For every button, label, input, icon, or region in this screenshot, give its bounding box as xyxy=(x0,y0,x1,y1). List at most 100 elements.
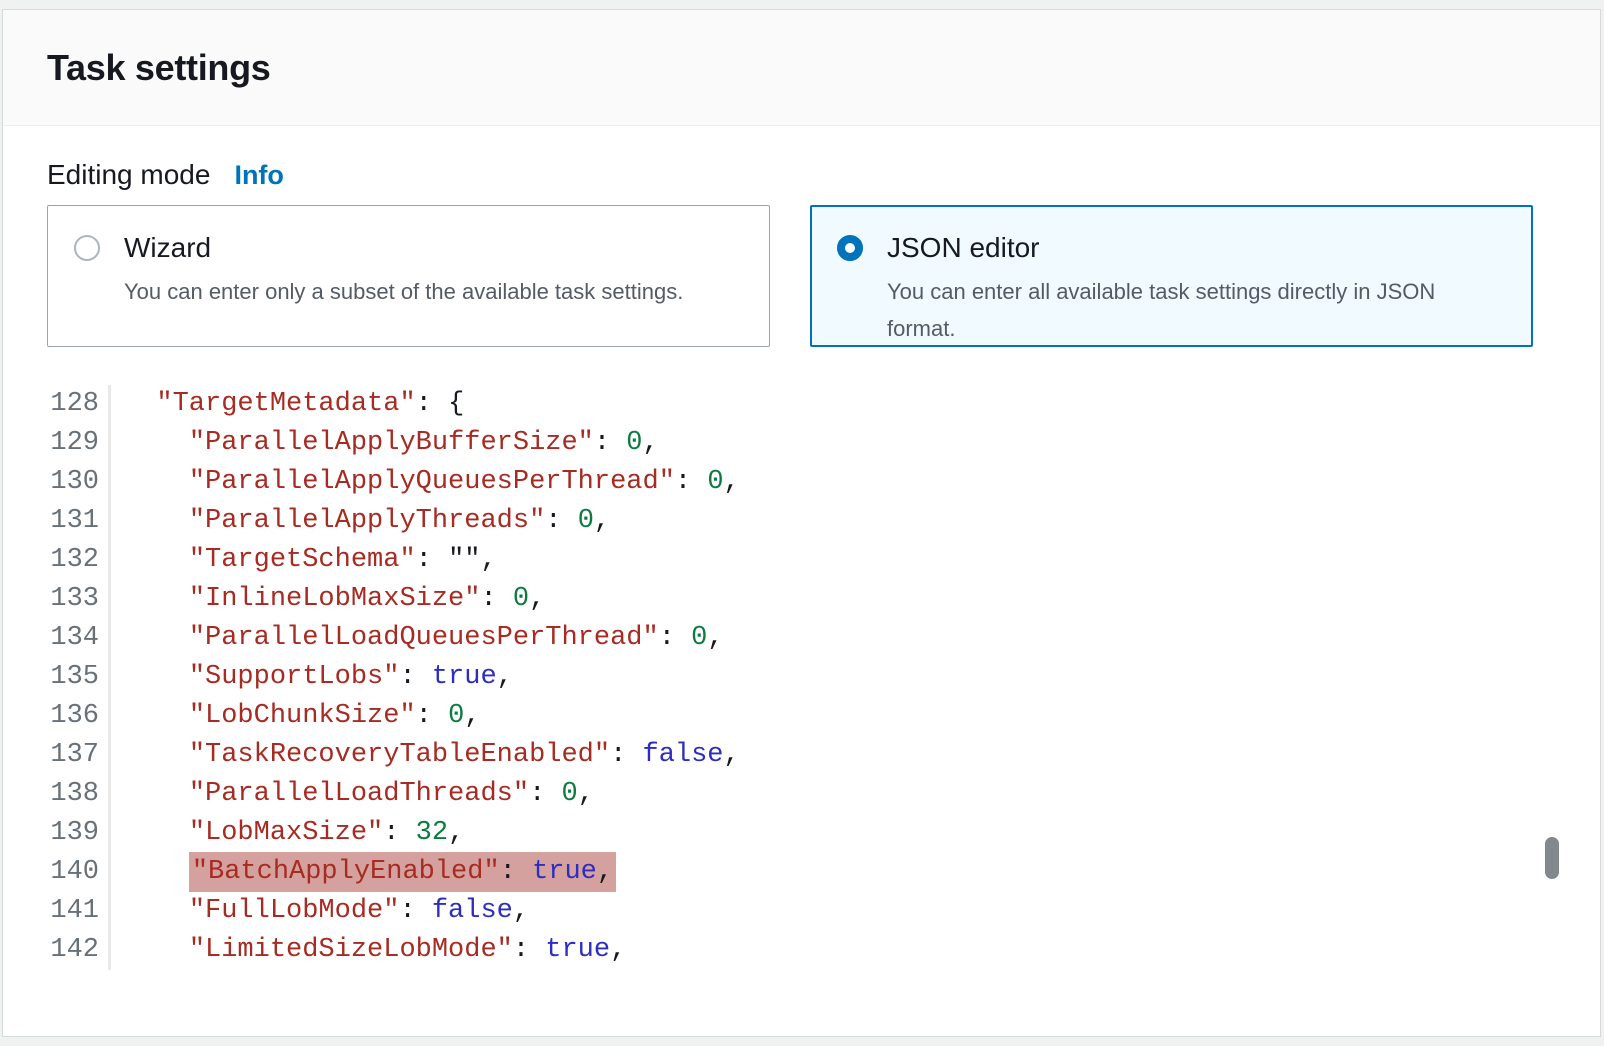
line-number: 136 xyxy=(47,697,111,736)
code-token: "InlineLobMaxSize" xyxy=(189,584,481,614)
code-token: "LobChunkSize" xyxy=(189,701,416,731)
code-line[interactable]: 142 "LimitedSizeLobMode": true, xyxy=(47,931,1556,970)
code-line[interactable]: 133 "InlineLobMaxSize": 0, xyxy=(47,580,1556,619)
code-token xyxy=(124,506,189,536)
code-token: , xyxy=(724,467,740,497)
code-lines: 128 "TargetMetadata": {129 "ParallelAppl… xyxy=(47,385,1556,970)
tile-json-editor[interactable]: JSON editor You can enter all available … xyxy=(810,205,1533,347)
code-line[interactable]: 134 "ParallelLoadQueuesPerThread": 0, xyxy=(47,619,1556,658)
code-line[interactable]: 135 "SupportLobs": true, xyxy=(47,658,1556,697)
info-link[interactable]: Info xyxy=(234,160,283,191)
code-token: : xyxy=(594,428,626,458)
code-token xyxy=(124,740,189,770)
code-token xyxy=(124,779,189,809)
line-number: 131 xyxy=(47,502,111,541)
tile-json-editor-title: JSON editor xyxy=(887,232,1508,264)
code-line[interactable]: 140 "BatchApplyEnabled": true, xyxy=(47,853,1556,892)
code-token: "TargetMetadata" xyxy=(156,389,415,419)
radio-wizard[interactable] xyxy=(74,235,100,261)
code-token: true xyxy=(432,662,497,692)
code-line[interactable]: 130 "ParallelApplyQueuesPerThread": 0, xyxy=(47,463,1556,502)
code-token: : xyxy=(399,896,431,926)
code-token: { xyxy=(448,389,464,419)
code-token: "FullLobMode" xyxy=(189,896,400,926)
line-number: 129 xyxy=(47,424,111,463)
code-token: "ParallelApplyQueuesPerThread" xyxy=(189,467,675,497)
code-token: , xyxy=(594,506,610,536)
code-token: : xyxy=(399,662,431,692)
code-token: "ParallelApplyBufferSize" xyxy=(189,428,594,458)
code-token: , xyxy=(480,545,496,575)
code-line[interactable]: 128 "TargetMetadata": { xyxy=(47,385,1556,424)
code-token: , xyxy=(464,701,480,731)
code-token: : xyxy=(416,701,448,731)
tile-wizard[interactable]: Wizard You can enter only a subset of th… xyxy=(47,205,770,347)
code-token: true xyxy=(545,935,610,965)
code-token: "TargetSchema" xyxy=(189,545,416,575)
code-token: : xyxy=(529,779,561,809)
code-token xyxy=(124,467,189,497)
code-token: , xyxy=(724,740,740,770)
code-token: , xyxy=(610,935,626,965)
code-token: "LobMaxSize" xyxy=(189,818,383,848)
code-token: "TaskRecoveryTableEnabled" xyxy=(189,740,610,770)
code-line[interactable]: 131 "ParallelApplyThreads": 0, xyxy=(47,502,1556,541)
code-token: 0 xyxy=(513,584,529,614)
code-token xyxy=(124,896,189,926)
code-token: "LimitedSizeLobMode" xyxy=(189,935,513,965)
code-line[interactable]: 137 "TaskRecoveryTableEnabled": false, xyxy=(47,736,1556,775)
line-number: 128 xyxy=(47,385,111,424)
code-token: , xyxy=(448,818,464,848)
code-token: false xyxy=(643,740,724,770)
editing-mode-tiles: Wizard You can enter only a subset of th… xyxy=(47,205,1556,347)
code-token: true xyxy=(532,857,597,887)
code-token: , xyxy=(643,428,659,458)
code-token: : xyxy=(416,545,448,575)
code-token: : xyxy=(610,740,642,770)
code-token: : xyxy=(416,389,448,419)
tile-wizard-text: Wizard You can enter only a subset of th… xyxy=(124,232,745,346)
code-line[interactable]: 141 "FullLobMode": false, xyxy=(47,892,1556,931)
line-number: 142 xyxy=(47,931,111,970)
code-token: "BatchApplyEnabled" xyxy=(192,857,500,887)
line-number: 133 xyxy=(47,580,111,619)
code-token xyxy=(124,662,189,692)
line-number: 135 xyxy=(47,658,111,697)
editing-mode-label-row: Editing mode Info xyxy=(47,159,1556,191)
line-number: 130 xyxy=(47,463,111,502)
code-token: , xyxy=(597,857,613,887)
line-number: 141 xyxy=(47,892,111,931)
code-token: , xyxy=(513,896,529,926)
radio-json-editor[interactable] xyxy=(837,235,863,261)
code-line[interactable]: 132 "TargetSchema": "", xyxy=(47,541,1556,580)
editor-scrollbar-thumb[interactable] xyxy=(1545,837,1559,879)
code-token: : xyxy=(383,818,415,848)
code-token: 0 xyxy=(691,623,707,653)
tile-json-editor-text: JSON editor You can enter all available … xyxy=(887,232,1508,345)
tile-json-editor-description: You can enter all available task setting… xyxy=(887,273,1508,347)
code-line[interactable]: 136 "LobChunkSize": 0, xyxy=(47,697,1556,736)
code-token: "SupportLobs" xyxy=(189,662,400,692)
code-token xyxy=(124,701,189,731)
code-token: 32 xyxy=(416,818,448,848)
code-token: : xyxy=(675,467,707,497)
code-token: 0 xyxy=(707,467,723,497)
tile-wizard-description: You can enter only a subset of the avail… xyxy=(124,273,745,310)
code-token: , xyxy=(707,623,723,653)
panel-header: Task settings xyxy=(3,10,1600,126)
code-token: : xyxy=(659,623,691,653)
tile-wizard-title: Wizard xyxy=(124,232,745,264)
panel-body: Editing mode Info Wizard You can enter o… xyxy=(3,126,1600,970)
json-code-editor[interactable]: 128 "TargetMetadata": {129 "ParallelAppl… xyxy=(47,385,1556,970)
code-token: "ParallelLoadQueuesPerThread" xyxy=(189,623,659,653)
code-line[interactable]: 138 "ParallelLoadThreads": 0, xyxy=(47,775,1556,814)
code-token: , xyxy=(497,662,513,692)
code-token: "" xyxy=(448,545,480,575)
code-line[interactable]: 139 "LobMaxSize": 32, xyxy=(47,814,1556,853)
code-token xyxy=(124,623,189,653)
code-token: , xyxy=(578,779,594,809)
code-token xyxy=(124,857,189,887)
code-token xyxy=(124,428,189,458)
code-line[interactable]: 129 "ParallelApplyBufferSize": 0, xyxy=(47,424,1556,463)
code-token xyxy=(124,584,189,614)
